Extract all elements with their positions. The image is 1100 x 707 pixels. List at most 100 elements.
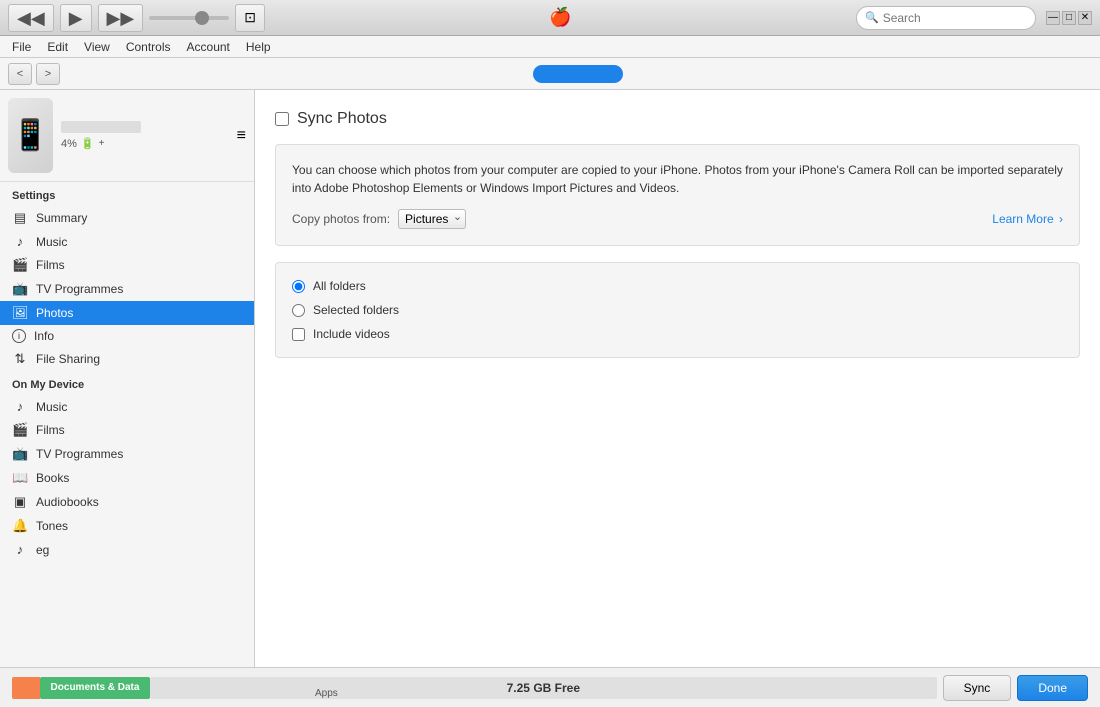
device-info: 4% 🔋 + (61, 121, 229, 150)
sidebar-item-device-tones[interactable]: 🔔 Tones (0, 514, 254, 538)
menu-view[interactable]: View (76, 36, 118, 57)
close-button[interactable]: ✕ (1078, 11, 1092, 25)
title-bar-center: 🍎 (265, 7, 856, 28)
prev-track-button[interactable]: ◀◀ (8, 4, 54, 32)
on-my-device-label-text: On My Device (12, 379, 84, 391)
include-videos-checkbox[interactable] (292, 328, 305, 341)
device-eg-icon: ♪ (12, 542, 28, 557)
sync-photos-checkbox[interactable] (275, 112, 289, 126)
selected-folders-radio[interactable] (292, 304, 305, 317)
summary-icon: ▤ (12, 210, 28, 226)
music-icon: ♪ (12, 234, 28, 249)
info-icon: i (12, 329, 26, 343)
sidebar-item-device-audiobooks[interactable]: ▣ Audiobooks (0, 490, 254, 514)
tv-icon: 📺 (12, 281, 28, 297)
settings-label-text: Settings (12, 190, 55, 202)
content-area: Sync Photos You can choose which photos … (255, 90, 1100, 667)
films-icon: 🎬 (12, 257, 28, 273)
apps-segment (12, 677, 40, 699)
sidebar-item-device-books[interactable]: 📖 Books (0, 466, 254, 490)
learn-more-link[interactable]: Learn More › (992, 212, 1063, 226)
selected-folders-label[interactable]: Selected folders (313, 303, 399, 317)
restore-button[interactable]: □ (1062, 11, 1076, 25)
menu-edit[interactable]: Edit (39, 36, 76, 57)
sidebar-item-device-tv[interactable]: 📺 TV Programmes (0, 442, 254, 466)
include-videos-label[interactable]: Include videos (313, 327, 390, 341)
photos-icon: 🖼 (12, 305, 28, 321)
sidebar-item-label: Summary (36, 211, 87, 225)
sidebar-item-label: Audiobooks (36, 495, 99, 509)
sidebar-item-films[interactable]: 🎬 Films (0, 253, 254, 277)
storage-segments: Documents & Data 7.25 GB Free (12, 677, 937, 699)
sidebar-item-summary[interactable]: ▤ Summary (0, 206, 254, 230)
forward-button[interactable]: > (36, 63, 60, 85)
sidebar-item-label: eg (36, 543, 49, 557)
sync-photos-title[interactable]: Sync Photos (297, 110, 387, 128)
apple-logo-icon: 🍎 (549, 7, 571, 28)
menu-bar: File Edit View Controls Account Help (0, 36, 1100, 58)
battery-percent: 4% (61, 138, 77, 150)
on-my-device-section-label: On My Device (0, 371, 254, 395)
all-folders-radio[interactable] (292, 280, 305, 293)
device-films-icon: 🎬 (12, 422, 28, 438)
free-segment: 7.25 GB Free (150, 677, 937, 699)
sidebar-item-label: Films (36, 258, 65, 272)
info-box: You can choose which photos from your co… (275, 144, 1080, 246)
sidebar-item-file-sharing[interactable]: ⇅ File Sharing (0, 347, 254, 371)
copy-from-left: Copy photos from: Pictures (292, 209, 466, 229)
all-folders-label[interactable]: All folders (313, 279, 366, 293)
menu-account[interactable]: Account (179, 36, 238, 57)
search-box[interactable]: 🔍 (856, 6, 1036, 30)
title-bar-controls: ◀◀ ▶ ▶▶ ⊡ (8, 4, 265, 32)
sidebar-item-label: Info (34, 329, 54, 343)
sidebar-item-label: Films (36, 423, 65, 437)
sync-photos-header: Sync Photos (275, 110, 1080, 128)
sidebar: 📱 4% 🔋 + ≡ Settings ▤ Summary ♪ Music (0, 90, 255, 667)
title-bar: ◀◀ ▶ ▶▶ ⊡ 🍎 🔍 — □ ✕ (0, 0, 1100, 36)
search-icon: 🔍 (865, 11, 879, 24)
device-tones-icon: 🔔 (12, 518, 28, 534)
sidebar-item-photos[interactable]: 🖼 Photos (0, 301, 254, 325)
next-track-button[interactable]: ▶▶ (98, 4, 144, 32)
status-bar: Documents & Data 7.25 GB Free Apps Sync … (0, 667, 1100, 707)
sidebar-item-label: Tones (36, 519, 68, 533)
free-label: 7.25 GB Free (507, 681, 580, 695)
sidebar-item-label: Music (36, 235, 67, 249)
menu-file[interactable]: File (4, 36, 39, 57)
sidebar-item-label: File Sharing (36, 352, 100, 366)
menu-help[interactable]: Help (238, 36, 279, 57)
docs-segment-label: Documents & Data (51, 682, 140, 693)
sync-progress-area (64, 65, 1092, 83)
device-section: 📱 4% 🔋 + ≡ (0, 90, 254, 182)
play-button[interactable]: ▶ (60, 4, 92, 32)
airplay-button[interactable]: ⊡ (235, 4, 265, 32)
title-bar-right: 🔍 — □ ✕ (856, 6, 1092, 30)
done-button[interactable]: Done (1017, 675, 1088, 701)
file-sharing-icon: ⇅ (12, 351, 28, 367)
battery-icon: 🔋 (81, 137, 95, 150)
apps-label: Apps (315, 688, 338, 699)
docs-segment: Documents & Data (40, 677, 150, 699)
sync-button[interactable]: Sync (943, 675, 1012, 701)
back-button[interactable]: < (8, 63, 32, 85)
battery-info: 4% 🔋 + (61, 137, 229, 150)
device-books-icon: 📖 (12, 470, 28, 486)
sidebar-item-device-films[interactable]: 🎬 Films (0, 418, 254, 442)
storage-bar-icon[interactable]: ≡ (237, 127, 246, 145)
minimize-button[interactable]: — (1046, 11, 1060, 25)
sidebar-item-device-eg[interactable]: ♪ eg (0, 538, 254, 561)
pictures-select[interactable]: Pictures (398, 209, 466, 229)
learn-more-arrow: › (1059, 212, 1063, 226)
sidebar-item-label: TV Programmes (36, 282, 123, 296)
sidebar-item-music[interactable]: ♪ Music (0, 230, 254, 253)
sidebar-item-info[interactable]: i Info (0, 325, 254, 347)
sidebar-item-tv-programmes[interactable]: 📺 TV Programmes (0, 277, 254, 301)
sidebar-item-label: Music (36, 400, 67, 414)
sidebar-item-device-music[interactable]: ♪ Music (0, 395, 254, 418)
charge-icon: + (99, 138, 105, 149)
copy-from-label: Copy photos from: (292, 212, 390, 226)
volume-slider[interactable] (149, 16, 229, 20)
device-tv-icon: 📺 (12, 446, 28, 462)
menu-controls[interactable]: Controls (118, 36, 179, 57)
search-input[interactable] (883, 11, 1023, 25)
